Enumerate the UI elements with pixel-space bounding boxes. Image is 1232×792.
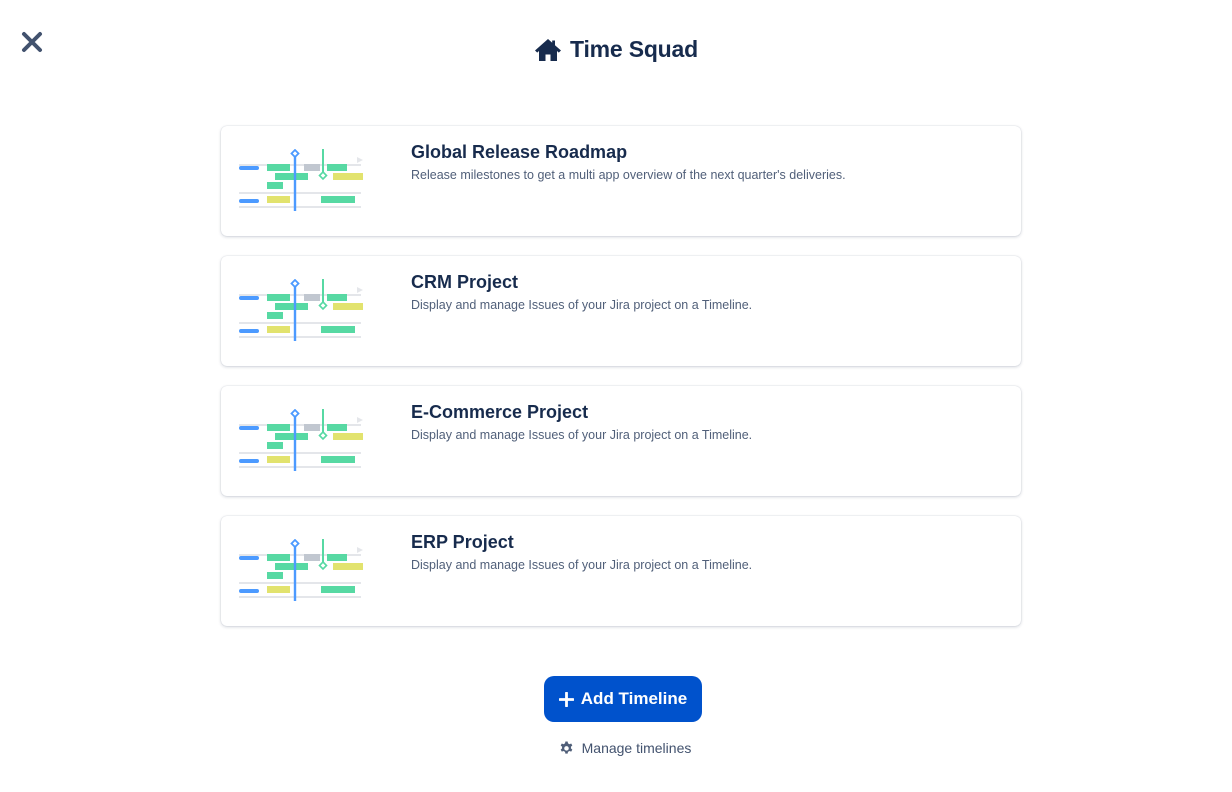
manage-timelines-link[interactable]: Manage timelines [0, 740, 1232, 756]
add-timeline-button[interactable]: Add Timeline [544, 676, 702, 722]
plus-icon [558, 691, 574, 707]
timeline-title: Global Release Roadmap [411, 142, 628, 162]
page-title: Time Squad [570, 36, 698, 62]
page-header: Time Squad [0, 36, 1232, 63]
timeline-card[interactable]: ERP Project Display and manage Issues of… [221, 516, 1021, 626]
timeline-title: ERP Project [411, 532, 514, 552]
timeline-card[interactable]: CRM Project Display and manage Issues of… [221, 256, 1021, 366]
timeline-list: Global Release Roadmap Release milestone… [221, 126, 1021, 646]
timeline-title: CRM Project [411, 272, 519, 292]
timeline-description: Release milestones to get a multi app ov… [411, 168, 846, 182]
timeline-thumbnail-icon [239, 149, 363, 211]
timeline-card[interactable]: Global Release Roadmap Release milestone… [221, 126, 1021, 236]
add-timeline-label: Add Timeline [580, 689, 688, 708]
timeline-thumbnail-icon [239, 279, 363, 341]
timeline-description: Display and manage Issues of your Jira p… [411, 558, 753, 572]
gear-icon [560, 740, 572, 754]
manage-timelines-label: Manage timelines [581, 740, 692, 756]
timeline-picker-page: Time Squad Global Release Roadmap Releas… [0, 0, 1232, 792]
home-icon [535, 38, 562, 61]
timeline-title: E-Commerce Project [411, 402, 589, 422]
timeline-description: Display and manage Issues of your Jira p… [411, 428, 753, 442]
timeline-description: Display and manage Issues of your Jira p… [411, 298, 753, 312]
timeline-thumbnail-icon [239, 539, 363, 601]
timeline-card[interactable]: E-Commerce Project Display and manage Is… [221, 386, 1021, 496]
timeline-thumbnail-icon [239, 409, 363, 471]
